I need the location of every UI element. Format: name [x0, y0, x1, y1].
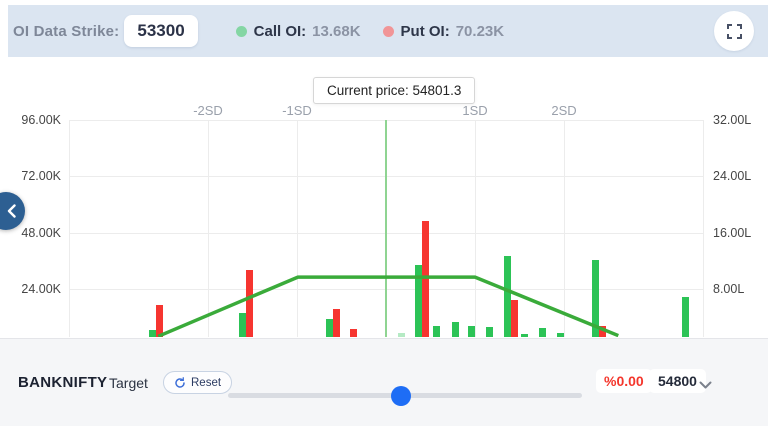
symbol-label: BANKNIFTY — [18, 374, 108, 391]
fullscreen-icon — [726, 23, 742, 39]
slider-handle[interactable] — [391, 386, 411, 406]
reset-button-label: Reset — [191, 376, 222, 389]
target-slider[interactable] — [228, 385, 582, 409]
put-oi-dot-icon — [382, 25, 394, 37]
target-label: Target — [109, 375, 148, 391]
call-oi-value: 13.68K — [312, 22, 361, 40]
call-oi-label: Call OI: — [253, 22, 307, 40]
call-oi-dot-icon — [235, 25, 247, 37]
chevron-left-icon — [7, 204, 16, 218]
chevron-down-icon[interactable] — [699, 377, 712, 395]
strike-field-label: OI Data Strike: — [13, 22, 120, 40]
put-oi-label: Put OI: — [400, 22, 450, 40]
put-oi-legend: Put OI: 70.23K — [382, 22, 505, 40]
chart-header: OI Data Strike: 53300 Call OI: 13.68K Pu… — [8, 5, 768, 57]
call-oi-legend: Call OI: 13.68K — [235, 22, 361, 40]
strike-value-box[interactable]: 53300 — [124, 15, 198, 47]
current-price-tooltip: Current price: 54801.3 — [313, 77, 476, 104]
reset-button[interactable]: Reset — [163, 371, 233, 394]
change-percent-badge: %0.00 — [596, 369, 652, 393]
refresh-icon — [175, 376, 185, 388]
oi-chart[interactable]: 96.00K 32.00L 72.00K 24.00L 48.00K 16.00L 24.0… — [0, 57, 768, 337]
price-select[interactable]: 54800 — [649, 369, 706, 393]
put-oi-value: 70.23K — [455, 22, 505, 40]
fullscreen-button[interactable] — [714, 11, 754, 51]
oi-analysis-widget: OI Data Strike: 53300 Call OI: 13.68K Pu… — [0, 0, 768, 426]
